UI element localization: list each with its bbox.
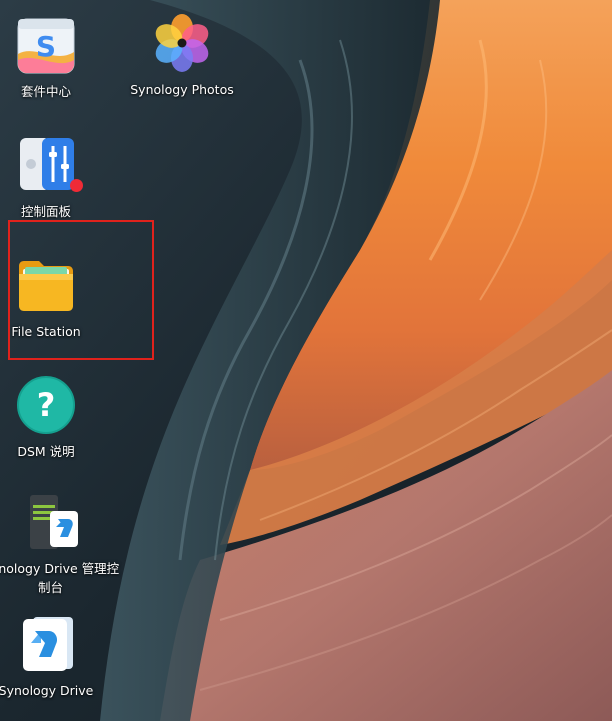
desktop: S 套件中心 Synology Photos 控制面板 File Station… xyxy=(0,0,612,721)
svg-text:S: S xyxy=(36,30,56,63)
file-station-highlight-box xyxy=(8,220,154,360)
svg-text:?: ? xyxy=(37,386,56,424)
desktop-icon-package-center[interactable]: S 套件中心 xyxy=(0,14,101,101)
desktop-icon-synology-drive[interactable]: Synology Drive xyxy=(0,613,101,700)
package-center-icon: S xyxy=(15,14,77,76)
icon-label-synology-drive: Synology Drive xyxy=(0,683,94,698)
desktop-icon-dsm-help[interactable]: ? DSM 说明 xyxy=(0,374,101,461)
synology-drive-icon xyxy=(15,613,77,675)
help-question-icon: ? xyxy=(15,374,77,436)
icon-label-drive-admin-console-line1: Synology Drive 管理控 xyxy=(0,561,120,576)
desktop-icon-control-panel[interactable]: 控制面板 xyxy=(0,134,101,221)
icon-label-dsm-help: DSM 说明 xyxy=(17,444,75,459)
notification-badge xyxy=(70,179,83,192)
icon-label-package-center: 套件中心 xyxy=(20,84,71,99)
control-panel-sliders-icon xyxy=(15,134,83,196)
drive-admin-console-icon xyxy=(20,493,82,555)
icon-label-control-panel: 控制面板 xyxy=(20,204,71,219)
desktop-icon-drive-admin-console[interactable]: Synology Drive 管理控 制台 xyxy=(0,493,120,597)
icon-label-drive-admin-console-line2: 制台 xyxy=(37,580,63,595)
desktop-icon-synology-photos[interactable]: Synology Photos xyxy=(127,12,237,99)
photos-flower-icon xyxy=(151,12,213,74)
icon-label-synology-photos: Synology Photos xyxy=(130,82,234,97)
